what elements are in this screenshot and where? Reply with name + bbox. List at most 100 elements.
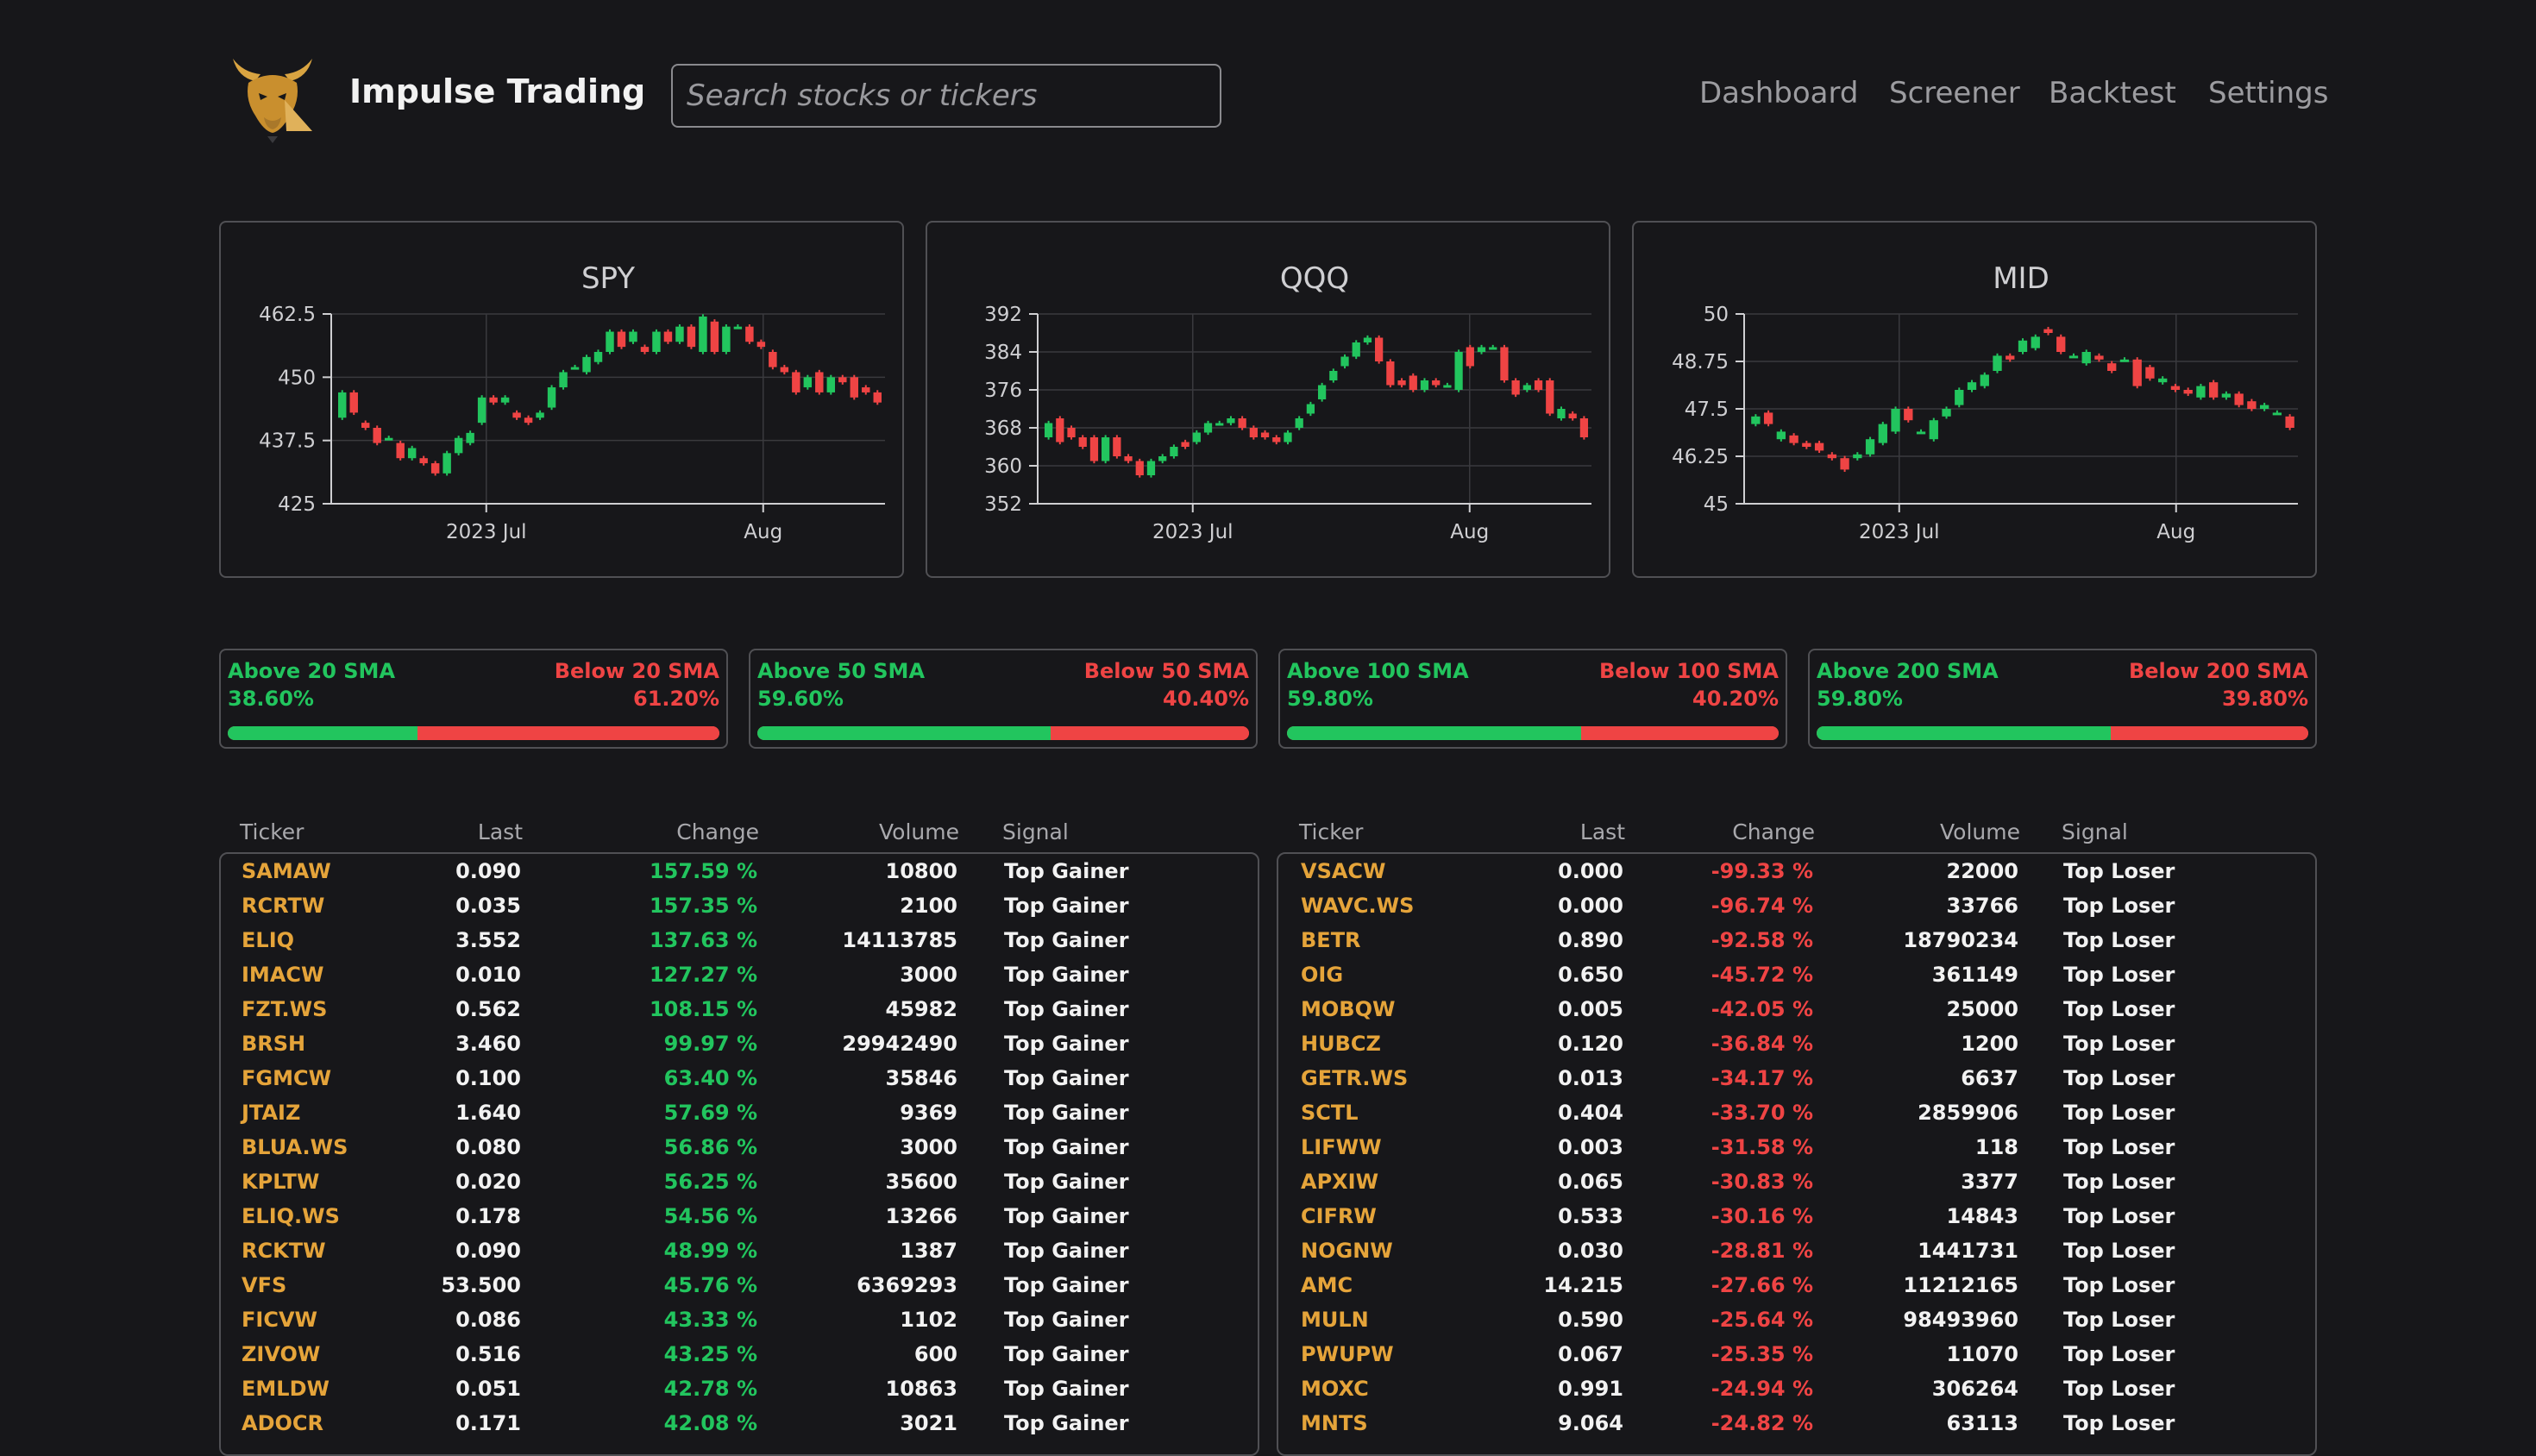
candle-body[interactable] <box>2018 340 2028 352</box>
table-row[interactable]: HUBCZ 0.120 -36.84 % 1200 Top Loser <box>1278 1032 2315 1066</box>
candle-body[interactable] <box>1776 431 1786 440</box>
cell-ticker[interactable]: PWUPW <box>1301 1342 1394 1366</box>
candle-body[interactable] <box>2132 359 2142 386</box>
candle-body[interactable] <box>1443 385 1452 388</box>
candle-body[interactable] <box>792 372 800 392</box>
candle-body[interactable] <box>2259 405 2269 409</box>
cell-ticker[interactable]: EMLDW <box>242 1377 330 1401</box>
candle-body[interactable] <box>2221 393 2232 398</box>
candle-body[interactable] <box>1078 437 1087 447</box>
candle-body[interactable] <box>862 387 870 392</box>
candle-body[interactable] <box>570 367 580 370</box>
candle-body[interactable] <box>2285 416 2294 428</box>
candle-body[interactable] <box>512 412 521 418</box>
candle-body[interactable] <box>1546 380 1554 414</box>
candle-body[interactable] <box>1489 347 1497 350</box>
candle-body[interactable] <box>1329 371 1338 380</box>
candle-body[interactable] <box>2234 393 2244 405</box>
candle-body[interactable] <box>850 377 858 398</box>
candle-body[interactable] <box>652 331 661 352</box>
table-row[interactable]: RCRTW 0.035 157.35 % 2100 Top Gainer <box>221 894 1258 928</box>
cell-ticker[interactable]: SAMAW <box>242 859 331 883</box>
candle-body[interactable] <box>1386 361 1395 386</box>
candle-body[interactable] <box>873 392 882 403</box>
cell-ticker[interactable]: APXIW <box>1301 1170 1378 1194</box>
cell-ticker[interactable]: NOGNW <box>1301 1239 1393 1263</box>
candle-body[interactable] <box>803 377 813 388</box>
candle-body[interactable] <box>2247 401 2257 409</box>
table-row[interactable]: BETR 0.890 -92.58 % 18790234 Top Loser <box>1278 928 2315 963</box>
candle-body[interactable] <box>1397 380 1406 386</box>
table-row[interactable]: MULN 0.590 -25.64 % 98493960 Top Loser <box>1278 1308 2315 1342</box>
table-row[interactable]: ZIVOW 0.516 43.25 % 600 Top Gainer <box>221 1342 1258 1377</box>
cell-ticker[interactable]: JTAIZ <box>242 1101 300 1125</box>
cell-ticker[interactable]: SCTL <box>1301 1101 1359 1125</box>
candle-body[interactable] <box>1853 454 1862 459</box>
column-header-last[interactable]: Last <box>478 819 523 844</box>
cell-ticker[interactable]: RCRTW <box>242 894 324 918</box>
candle-body[interactable] <box>1980 374 1989 386</box>
candle-body[interactable] <box>629 331 637 342</box>
bull-head-icon[interactable] <box>226 48 319 145</box>
candle-body[interactable] <box>477 397 486 424</box>
candle-body[interactable] <box>1522 385 1531 391</box>
candlestick-chart[interactable]: QQQ 392 384 376 368 360 352 2023 Jul Aug <box>927 223 1612 580</box>
candle-body[interactable] <box>1891 409 1900 432</box>
candle-body[interactable] <box>1789 435 1798 443</box>
candle-body[interactable] <box>407 448 417 459</box>
candle-body[interactable] <box>1942 409 1951 417</box>
candle-body[interactable] <box>1124 456 1133 461</box>
table-row[interactable]: VFS 53.500 45.76 % 6369293 Top Gainer <box>221 1273 1258 1308</box>
cell-ticker[interactable]: VFS <box>242 1273 286 1297</box>
candle-body[interactable] <box>710 321 719 352</box>
table-row[interactable]: KPLTW 0.020 56.25 % 35600 Top Gainer <box>221 1170 1258 1204</box>
candle-body[interactable] <box>2158 378 2168 383</box>
candle-body[interactable] <box>663 331 673 342</box>
candle-body[interactable] <box>1557 409 1566 418</box>
table-row[interactable]: SAMAW 0.090 157.59 % 10800 Top Gainer <box>221 859 1258 894</box>
candle-body[interactable] <box>1500 347 1509 381</box>
candle-body[interactable] <box>396 442 405 459</box>
candle-body[interactable] <box>2031 336 2040 348</box>
candle-body[interactable] <box>2006 355 2015 360</box>
candle-body[interactable] <box>2056 336 2066 352</box>
table-row[interactable]: EMLDW 0.051 42.78 % 10863 Top Gainer <box>221 1377 1258 1411</box>
table-row[interactable]: VSACW 0.000 -99.33 % 22000 Top Loser <box>1278 859 2315 894</box>
cell-ticker[interactable]: FGMCW <box>242 1066 331 1090</box>
candle-body[interactable] <box>1814 442 1824 451</box>
candle-body[interactable] <box>559 372 568 388</box>
candle-body[interactable] <box>500 397 510 403</box>
cell-ticker[interactable]: MULN <box>1301 1308 1369 1332</box>
cell-ticker[interactable]: CIFRW <box>1301 1204 1377 1228</box>
column-header-ticker[interactable]: Ticker <box>1299 819 1363 844</box>
cell-ticker[interactable]: VSACW <box>1301 859 1386 883</box>
candle-body[interactable] <box>1192 432 1201 442</box>
table-row[interactable]: OIG 0.650 -45.72 % 361149 Top Loser <box>1278 963 2315 997</box>
column-header-volume[interactable]: Volume <box>1940 819 2020 844</box>
candle-body[interactable] <box>582 356 591 373</box>
column-header-change[interactable]: Change <box>676 819 759 844</box>
candle-body[interactable] <box>769 352 777 367</box>
candle-body[interactable] <box>1238 418 1246 428</box>
table-row[interactable]: LIFWW 0.003 -31.58 % 118 Top Loser <box>1278 1135 2315 1170</box>
candle-body[interactable] <box>1865 439 1875 455</box>
table-row[interactable]: SCTL 0.404 -33.70 % 2859906 Top Loser <box>1278 1101 2315 1135</box>
candle-body[interactable] <box>2209 382 2219 398</box>
cell-ticker[interactable]: MOBQW <box>1301 997 1395 1021</box>
column-header-volume[interactable]: Volume <box>879 819 959 844</box>
table-row[interactable]: FZT.WS 0.562 108.15 % 45982 Top Gainer <box>221 997 1258 1032</box>
candle-body[interactable] <box>1067 428 1076 437</box>
candle-body[interactable] <box>1802 442 1811 447</box>
candle-body[interactable] <box>838 377 847 383</box>
candle-body[interactable] <box>419 458 428 464</box>
table-row[interactable]: FICVW 0.086 43.33 % 1102 Top Gainer <box>221 1308 1258 1342</box>
candle-body[interactable] <box>384 437 393 441</box>
candle-body[interactable] <box>349 392 358 413</box>
cell-ticker[interactable]: BLUA.WS <box>242 1135 348 1159</box>
candle-body[interactable] <box>1272 437 1281 442</box>
candle-body[interactable] <box>1215 423 1224 426</box>
candle-body[interactable] <box>1929 420 1938 440</box>
nav-screener[interactable]: Screener <box>1889 76 2020 110</box>
candle-body[interactable] <box>1916 431 1926 435</box>
table-row[interactable]: APXIW 0.065 -30.83 % 3377 Top Loser <box>1278 1170 2315 1204</box>
